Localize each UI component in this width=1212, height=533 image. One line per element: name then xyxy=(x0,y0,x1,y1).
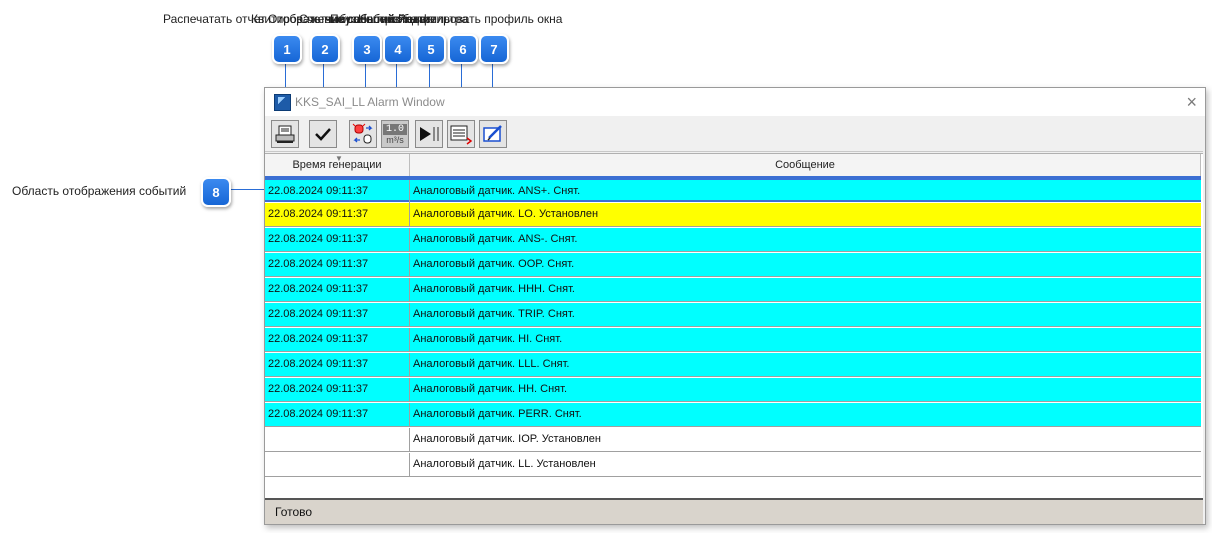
cell-message: Аналоговый датчик. LO. Установлен xyxy=(413,208,599,220)
cell-message: Аналоговый датчик. LL. Установлен xyxy=(413,458,596,470)
cell-message: Аналоговый датчик. PERR. Снят. xyxy=(413,408,582,420)
cell-time: 22.08.2024 09:11:37 xyxy=(266,228,410,251)
callout-badge-3: 3 xyxy=(352,34,382,64)
status-bar: Готово xyxy=(265,498,1203,524)
table-row[interactable]: 22.08.2024 09:11:37 Аналоговый датчик. HH… xyxy=(265,278,1201,302)
acknowledge-button[interactable] xyxy=(309,120,337,148)
table-row[interactable]: 22.08.2024 09:11:37 Аналоговый датчик. LO… xyxy=(265,203,1201,227)
callout-label-7: Редактировать профиль окна xyxy=(398,12,563,26)
table-row[interactable]: 22.08.2024 09:11:37 Аналоговый датчик. TR… xyxy=(265,303,1201,327)
cell-time: 22.08.2024 09:11:37 xyxy=(266,180,410,203)
cell-time: 22.08.2024 09:11:37 xyxy=(266,203,410,226)
events-table: ▼ Время генерации Сообщение 22.08.2024 0… xyxy=(265,153,1203,499)
cell-time: 22.08.2024 09:11:37 xyxy=(266,378,410,401)
cell-time: 22.08.2024 09:11:37 xyxy=(266,353,410,376)
pause-button[interactable] xyxy=(415,120,443,148)
events-area-label: Область отображения событий xyxy=(12,184,187,198)
counter-unit: m³/s xyxy=(386,134,404,145)
cell-time xyxy=(266,428,410,451)
callout-badge-6: 6 xyxy=(448,34,478,64)
table-row[interactable]: 22.08.2024 09:11:37 Аналоговый датчик. LL… xyxy=(265,353,1201,377)
app-icon xyxy=(274,94,291,111)
edit-profile-button[interactable] xyxy=(479,120,507,148)
column-header-message-label: Сообщение xyxy=(775,159,835,171)
callout-badge-5: 5 xyxy=(416,34,446,64)
cell-time: 22.08.2024 09:11:37 xyxy=(266,253,410,276)
cell-time: 22.08.2024 09:11:37 xyxy=(266,303,410,326)
callout-badge-1: 1 xyxy=(272,34,302,64)
callout-badge-2: 2 xyxy=(310,34,340,64)
table-row[interactable]: 22.08.2024 09:11:37 Аналоговый датчик. PE… xyxy=(265,403,1201,427)
sort-arrow-icon: ▼ xyxy=(335,154,343,163)
table-row[interactable]: 22.08.2024 09:11:37 Аналоговый датчик. OO… xyxy=(265,253,1201,277)
cell-message: Аналоговый датчик. ANS-. Снят. xyxy=(413,233,578,245)
table-row[interactable]: Аналоговый датчик. LL. Установлен xyxy=(265,453,1201,477)
cell-message: Аналоговый датчик. TRIP. Снят. xyxy=(413,308,575,320)
table-row[interactable]: 22.08.2024 09:11:37 Аналоговый датчик. AN… xyxy=(265,228,1201,252)
alarm-window: KKS_SAI_LL Alarm Window × 1.0 m³/s ▼ Вре… xyxy=(264,87,1206,525)
leader-line-8 xyxy=(228,189,268,190)
table-row[interactable]: Аналоговый датчик. IOP. Установлен xyxy=(265,428,1201,452)
cell-message: Аналоговый датчик. OOP. Снят. xyxy=(413,258,575,270)
filter-settings-button[interactable] xyxy=(447,120,475,148)
cell-message: Аналоговый датчик. LLL. Снят. xyxy=(413,358,570,370)
print-button[interactable] xyxy=(271,120,299,148)
column-header-time[interactable]: ▼ Время генерации xyxy=(265,154,410,176)
cell-message: Аналоговый датчик. IOP. Установлен xyxy=(413,433,601,445)
cell-time: 22.08.2024 09:11:37 xyxy=(266,328,410,351)
cell-message: Аналоговый датчик. HH. Снят. xyxy=(413,383,568,395)
close-icon[interactable]: × xyxy=(1186,92,1197,113)
window-title: KKS_SAI_LL Alarm Window xyxy=(295,95,445,109)
cell-message: Аналоговый датчик. ANS+. Снят. xyxy=(413,185,581,197)
alarm-lamp-icon xyxy=(352,123,373,144)
edit-profile-icon xyxy=(483,125,502,142)
show-events-button[interactable] xyxy=(349,120,377,148)
callout-badge-8: 8 xyxy=(201,177,231,207)
table-row[interactable]: 22.08.2024 09:11:37 Аналоговый датчик. HH… xyxy=(265,378,1201,402)
table-row[interactable]: 22.08.2024 09:11:37 Аналоговый датчик. AN… xyxy=(265,178,1201,203)
filter-list-icon xyxy=(450,125,473,145)
event-counter-button[interactable]: 1.0 m³/s xyxy=(381,120,409,148)
cell-message: Аналоговый датчик. HI. Снят. xyxy=(413,333,563,345)
title-bar[interactable]: KKS_SAI_LL Alarm Window × xyxy=(265,88,1205,116)
checkmark-icon xyxy=(315,128,331,141)
toolbar: 1.0 m³/s xyxy=(265,117,1203,152)
table-header: ▼ Время генерации Сообщение xyxy=(265,154,1201,178)
status-text: Готово xyxy=(275,505,313,519)
table-row[interactable]: 22.08.2024 09:11:37 Аналоговый датчик. HI… xyxy=(265,328,1201,352)
cell-time: 22.08.2024 09:11:37 xyxy=(266,278,410,301)
play-pause-icon xyxy=(420,127,439,141)
cell-time: 22.08.2024 09:11:37 xyxy=(266,403,410,426)
column-header-message[interactable]: Сообщение xyxy=(410,154,1201,176)
callout-badge-4: 4 xyxy=(383,34,413,64)
cell-time xyxy=(266,453,410,476)
callout-badge-7: 7 xyxy=(479,34,509,64)
rate-counter-icon: 1.0 xyxy=(382,123,407,135)
printer-icon xyxy=(275,125,295,143)
cell-message: Аналоговый датчик. HHH. Снят. xyxy=(413,283,575,295)
